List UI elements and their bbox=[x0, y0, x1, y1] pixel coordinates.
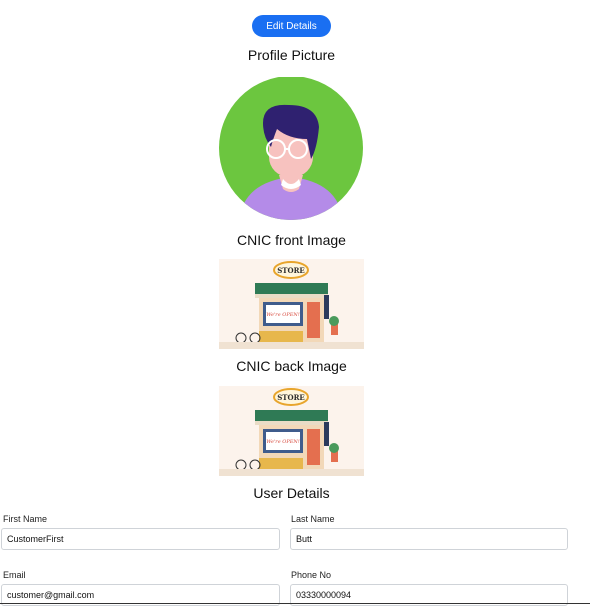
first-name-label: First Name bbox=[3, 514, 48, 524]
cnic-back-image: STORE We're OPEN! bbox=[219, 386, 364, 476]
store-sign-text: STORE bbox=[277, 393, 305, 402]
user-details-title: User Details bbox=[253, 485, 330, 501]
profile-picture-title: Profile Picture bbox=[247, 47, 336, 63]
last-name-field[interactable]: Butt bbox=[290, 528, 568, 550]
profile-avatar-image bbox=[219, 77, 364, 220]
cnic-front-image: STORE We're OPEN! bbox=[219, 259, 364, 349]
edit-details-button[interactable]: Edit Details bbox=[252, 15, 331, 37]
phone-label: Phone No bbox=[291, 570, 332, 580]
cnic-front-title: CNIC front Image bbox=[237, 232, 346, 248]
last-name-label: Last Name bbox=[291, 514, 335, 524]
store-window-text: We're OPEN! bbox=[266, 312, 300, 318]
cnic-back-title: CNIC back Image bbox=[236, 358, 347, 374]
store-window-text: We're OPEN! bbox=[266, 439, 300, 445]
store-sign-text: STORE bbox=[277, 266, 305, 275]
first-name-field[interactable]: CustomerFirst bbox=[1, 528, 280, 550]
bottom-divider bbox=[0, 603, 590, 604]
email-label: Email bbox=[3, 570, 26, 580]
